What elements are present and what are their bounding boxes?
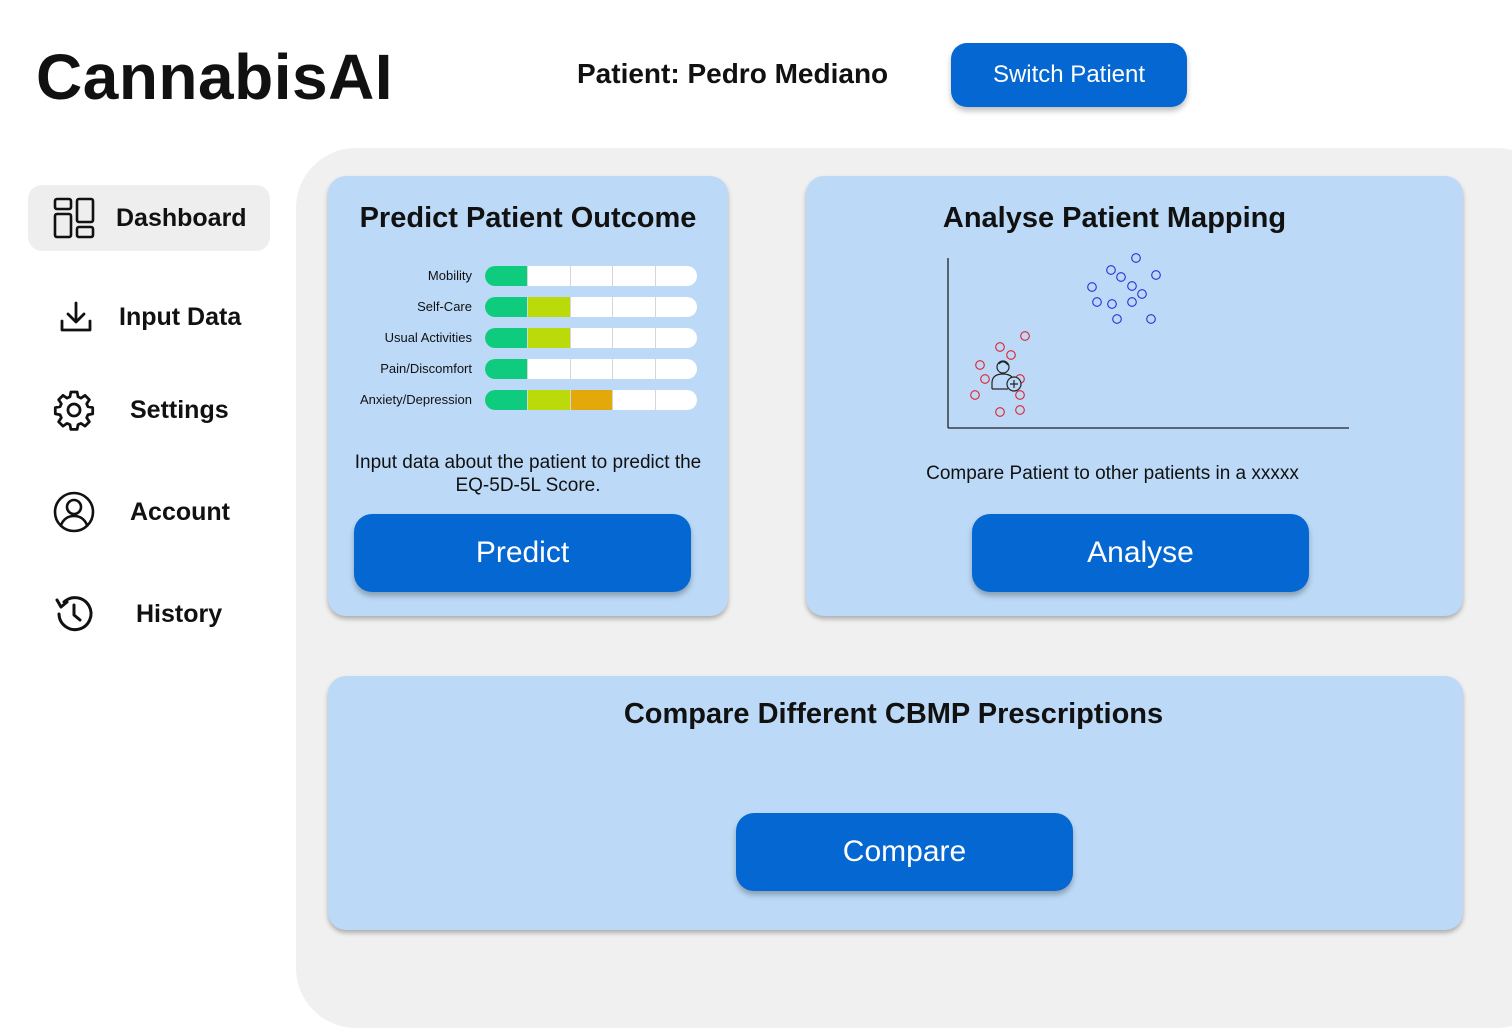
gear-icon — [52, 388, 96, 432]
metric-level-segment — [485, 297, 528, 317]
metric-level-segment — [485, 266, 528, 286]
scatter-point-red — [975, 360, 985, 370]
sidebar-item-label: History — [136, 599, 223, 628]
metric-divider — [612, 297, 614, 317]
metric-divider — [569, 328, 571, 348]
metric-divider — [612, 390, 614, 410]
scatter-point-red — [970, 390, 980, 400]
metric-level-segment — [569, 390, 613, 410]
metric-row: Usual Activities — [328, 328, 728, 348]
scatter-point-red — [1015, 405, 1025, 415]
history-icon — [52, 592, 96, 636]
scatter-point-blue — [1127, 281, 1137, 291]
scatter-point-blue — [1131, 253, 1141, 263]
metric-divider — [527, 390, 529, 410]
metric-divider — [569, 390, 571, 410]
metric-level-bar — [485, 359, 697, 379]
sidebar-item-label: Account — [130, 497, 230, 526]
card-title: Predict Patient Outcome — [359, 202, 697, 234]
metric-level-segment — [527, 328, 570, 348]
scatter-point-blue — [1127, 297, 1137, 307]
scatter-point-red — [980, 374, 990, 384]
metric-row: Pain/Discomfort — [328, 359, 728, 379]
metric-divider — [527, 328, 529, 348]
metric-divider — [612, 266, 614, 286]
metric-level-segment — [485, 328, 528, 348]
metric-divider — [569, 359, 571, 379]
metric-divider — [654, 359, 656, 379]
metric-level-segment — [485, 359, 528, 379]
metric-divider — [527, 266, 529, 286]
scatter-point-blue — [1151, 270, 1161, 280]
metric-divider — [569, 297, 571, 317]
metric-label: Self-Care — [417, 299, 472, 314]
metric-row: Mobility — [328, 266, 728, 286]
mapping-description: Compare Patient to other patients in a x… — [926, 463, 1299, 484]
metric-divider — [527, 297, 529, 317]
scatter-point-red — [1020, 331, 1030, 341]
scatter-point-blue — [1106, 265, 1116, 275]
metric-level-segment — [527, 390, 570, 410]
predict-description: Input data about the patient to predict … — [354, 452, 702, 496]
metric-divider — [569, 266, 571, 286]
metric-divider — [654, 328, 656, 348]
metric-level-segment — [527, 297, 570, 317]
metric-divider — [654, 390, 656, 410]
analyse-button[interactable]: Analyse — [972, 514, 1309, 592]
scatter-point-red — [1015, 390, 1025, 400]
scatter-point-blue — [1146, 314, 1156, 324]
sidebar-item-input-data[interactable]: Input Data — [28, 284, 270, 350]
predict-outcome-card: Predict Patient Outcome Mobility Self-Car… — [328, 176, 728, 616]
metric-label: Anxiety/Depression — [360, 392, 472, 407]
sidebar-item-account[interactable]: Account — [28, 479, 270, 545]
metric-label: Mobility — [427, 268, 472, 283]
scatter-point-red — [995, 407, 1005, 417]
metric-level-bar — [485, 297, 697, 317]
patient-name-label: Patient: Pedro Mediano — [577, 58, 889, 89]
compare-button[interactable]: Compare — [736, 813, 1073, 891]
switch-patient-button[interactable]: Switch Patient — [951, 43, 1187, 107]
app-title: CannabisAI — [36, 41, 394, 113]
metric-divider — [654, 297, 656, 317]
metric-level-segment — [485, 390, 528, 410]
sidebar-item-settings[interactable]: Settings — [28, 377, 270, 443]
sidebar-item-label: Settings — [130, 395, 229, 424]
card-title: Compare Different CBMP Prescriptions — [623, 698, 1164, 730]
scatter-point-blue — [1092, 297, 1102, 307]
metric-row: Self-Care — [328, 297, 728, 317]
scatter-point-blue — [1087, 282, 1097, 292]
metric-divider — [612, 328, 614, 348]
dashboard-icon — [52, 196, 96, 240]
metric-level-bar — [485, 328, 697, 348]
sidebar-item-label: Input Data — [119, 302, 242, 331]
metric-divider — [654, 266, 656, 286]
metric-label: Usual Activities — [384, 330, 472, 345]
metric-divider — [612, 359, 614, 379]
compare-prescriptions-card: Compare Different CBMP Prescriptions Com… — [328, 676, 1463, 930]
scatter-point-red — [995, 342, 1005, 352]
sidebar-item-history[interactable]: History — [28, 581, 270, 647]
metric-divider — [527, 359, 529, 379]
sidebar-item-dashboard[interactable]: Dashboard — [28, 185, 270, 251]
metric-level-bar — [485, 266, 697, 286]
sidebar-item-label: Dashboard — [116, 203, 247, 232]
metric-row: Anxiety/Depression — [328, 390, 728, 410]
user-circle-icon — [52, 490, 96, 534]
scatter-point-blue — [1107, 299, 1117, 309]
metric-level-bar — [485, 390, 697, 410]
scatter-point-red — [1006, 350, 1016, 360]
patient-scatter-plot — [947, 253, 1349, 429]
scatter-point-blue — [1112, 314, 1122, 324]
predict-button[interactable]: Predict — [354, 514, 691, 592]
scatter-point-blue — [1137, 289, 1147, 299]
scatter-point-blue — [1116, 272, 1126, 282]
metric-label: Pain/Discomfort — [380, 361, 472, 376]
download-icon — [54, 295, 98, 339]
patient-mapping-card: Analyse Patient Mapping Compare Patient … — [806, 176, 1463, 616]
